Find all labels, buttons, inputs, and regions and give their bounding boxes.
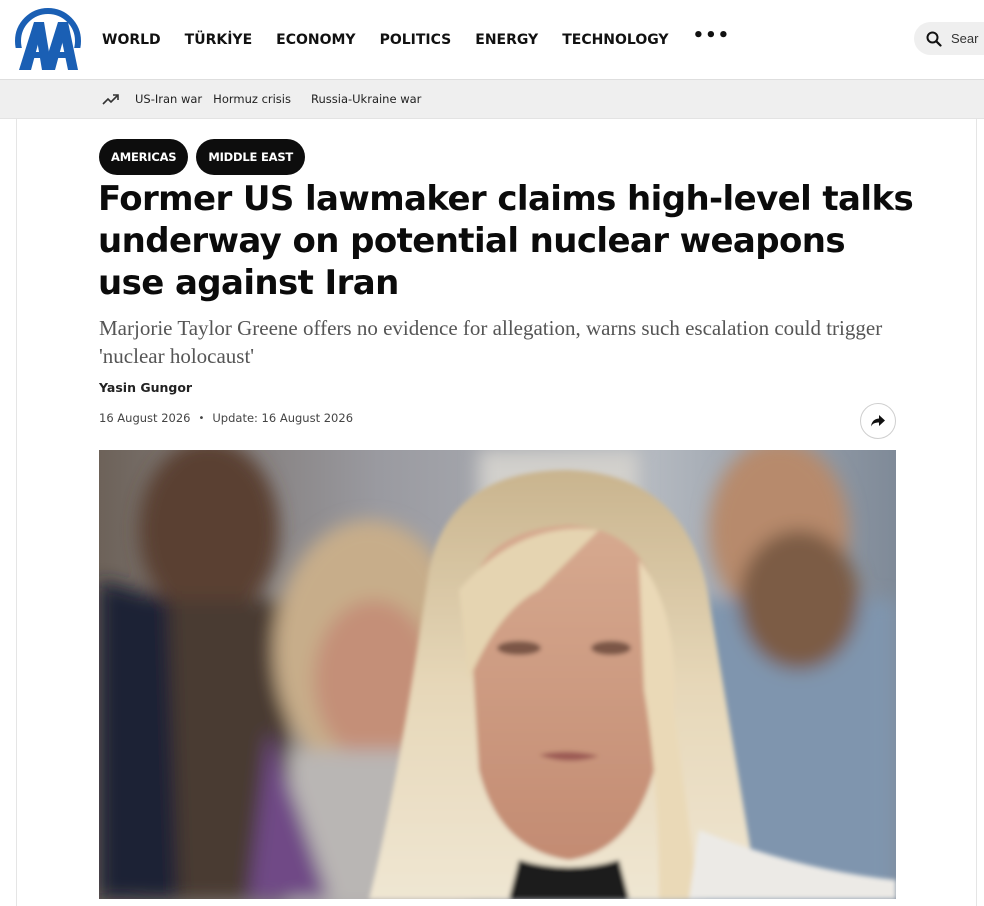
trend-us-iran-war[interactable]: US-Iran war <box>135 92 202 106</box>
search-placeholder: Sear <box>951 31 979 46</box>
published-date: 16 August 2026 <box>99 411 191 425</box>
date-separator: • <box>198 412 205 424</box>
tag-americas[interactable]: AMERICAS <box>99 139 189 175</box>
nav-economy[interactable]: ECONOMY <box>276 32 355 48</box>
share-icon <box>871 415 885 427</box>
search-icon <box>926 31 942 47</box>
article-dates: 16 August 2026 • Update: 16 August 2026 <box>99 411 353 425</box>
more-menu-icon[interactable]: ••• <box>693 25 731 46</box>
nav-energy[interactable]: ENERGY <box>475 32 538 48</box>
tag-middle-east[interactable]: MIDDLE EAST <box>196 139 306 175</box>
content-divider-left <box>16 119 17 906</box>
search-box[interactable]: Sear <box>914 22 984 55</box>
nav-turkiye[interactable]: TÜRKİYE <box>185 32 252 48</box>
trending-bar: US-Iran war Hormuz crisis Russia-Ukraine… <box>0 79 984 119</box>
main-nav: WORLD TÜRKİYE ECONOMY POLITICS ENERGY TE… <box>102 0 730 79</box>
nav-technology[interactable]: TECHNOLOGY <box>562 32 668 48</box>
share-button[interactable] <box>860 403 896 439</box>
nav-world[interactable]: WORLD <box>102 32 161 48</box>
updated-date: Update: 16 August 2026 <box>212 411 354 425</box>
nav-politics[interactable]: POLITICS <box>380 32 452 48</box>
site-header: WORLD TÜRKİYE ECONOMY POLITICS ENERGY TE… <box>0 0 984 79</box>
trending-topics: US-Iran war Hormuz crisis Russia-Ukraine… <box>135 80 441 118</box>
article-tags: AMERICAS MIDDLE EAST <box>99 139 313 175</box>
article-author[interactable]: Yasin Gungor <box>99 380 192 395</box>
content-divider-right <box>976 119 977 906</box>
article-photo <box>99 450 896 899</box>
article-headline: Former US lawmaker claims high-level tal… <box>98 179 914 303</box>
aa-logo[interactable] <box>15 8 81 72</box>
article-subheadline: Marjorie Taylor Greene offers no evidenc… <box>99 316 883 368</box>
trend-hormuz-crisis[interactable]: Hormuz crisis <box>213 92 291 106</box>
trending-up-icon <box>102 94 119 105</box>
photo-illustration <box>99 450 896 899</box>
trend-russia-ukraine-war[interactable]: Russia-Ukraine war <box>311 92 421 106</box>
